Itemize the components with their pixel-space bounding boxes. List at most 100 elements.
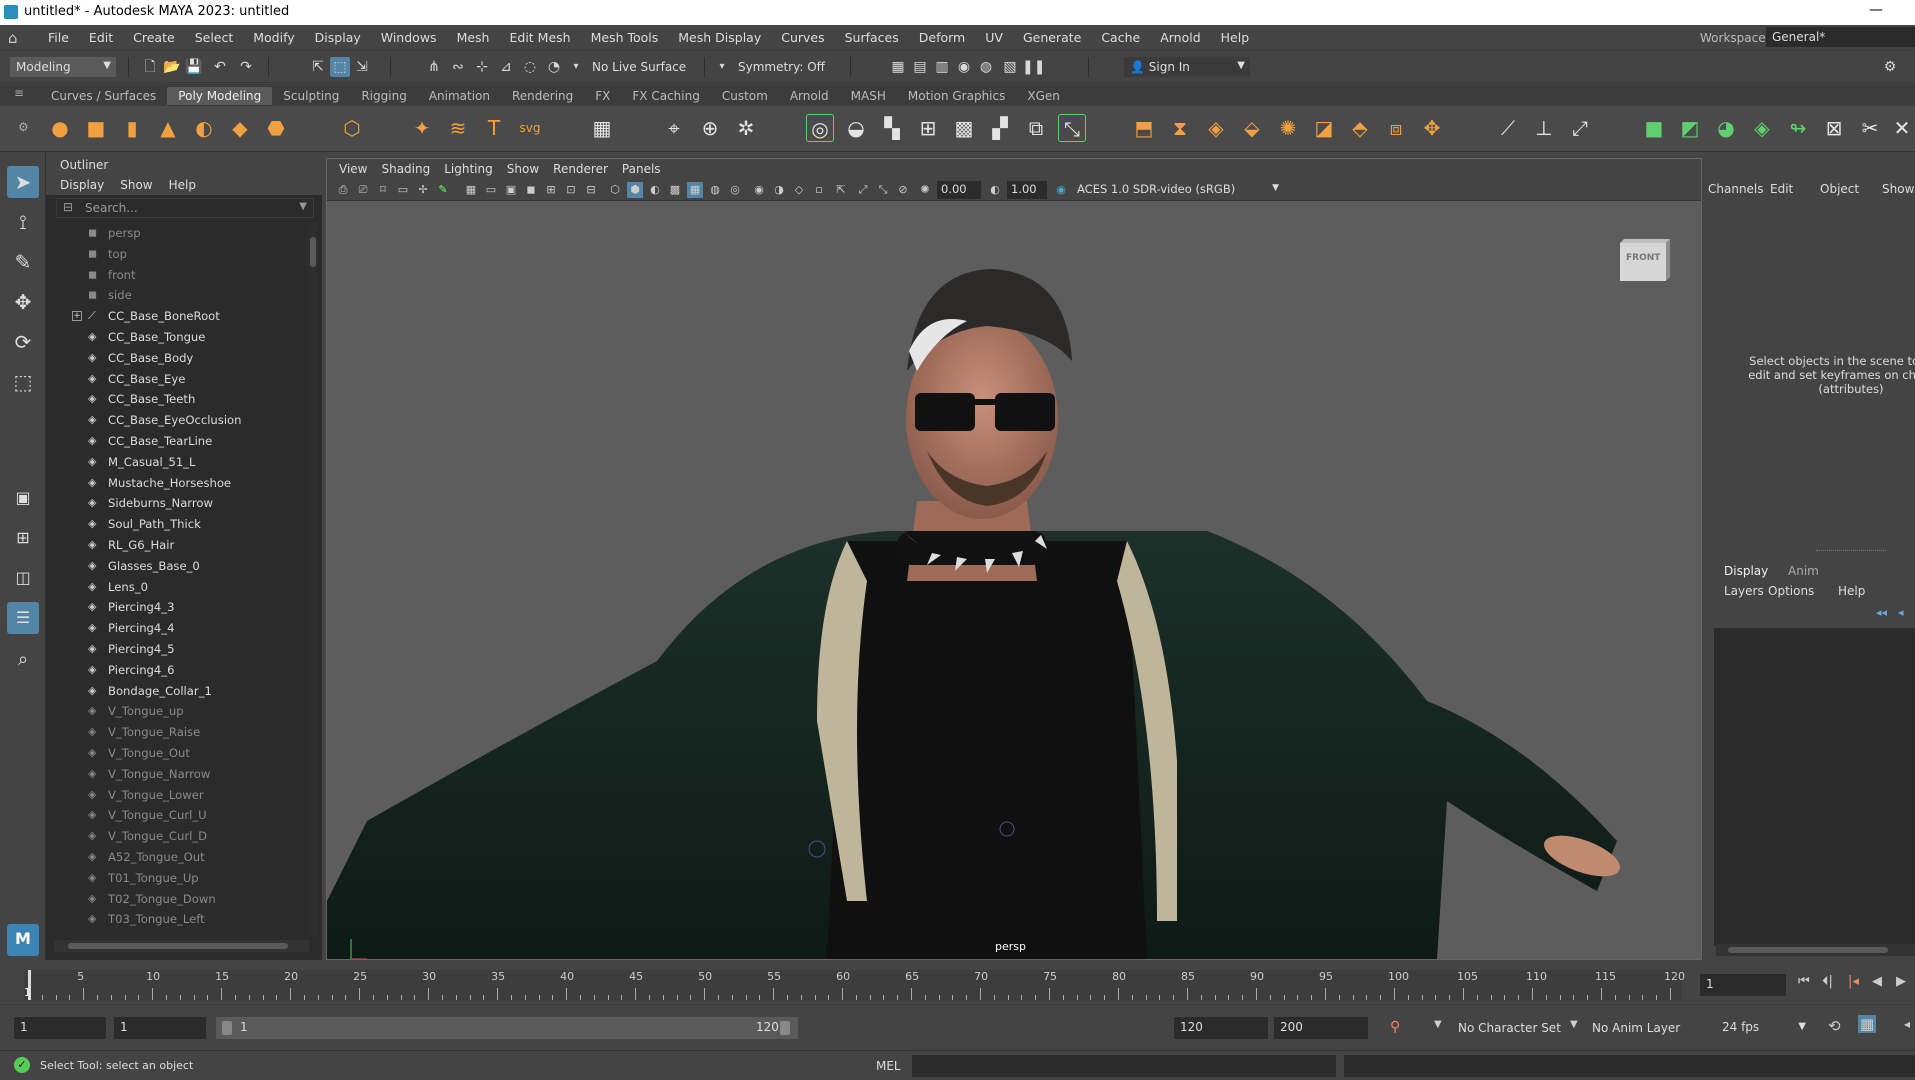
- outliner-item[interactable]: ◈ V_Tongue_Narrow: [46, 764, 308, 785]
- super-shape-icon[interactable]: ✦: [408, 114, 436, 142]
- layer-list[interactable]: [1714, 628, 1915, 946]
- slide-edge-icon[interactable]: ⊥: [1530, 114, 1558, 142]
- automatic-map-icon[interactable]: ↬: [1784, 114, 1812, 142]
- outliner-item[interactable]: ◼ side: [46, 285, 308, 306]
- hud-icon[interactable]: ⊘: [895, 182, 911, 198]
- outliner-menu-help[interactable]: Help: [169, 178, 196, 192]
- chevron-down-icon[interactable]: ▾: [712, 57, 732, 77]
- menu-generate[interactable]: Generate: [1013, 30, 1091, 45]
- step-back-key-icon[interactable]: ⏴|: [1822, 974, 1833, 989]
- target-weld-icon[interactable]: ⤢: [1566, 114, 1594, 142]
- snap-curve-icon[interactable]: ∾: [448, 57, 468, 77]
- range-start-handle[interactable]: [222, 1021, 232, 1035]
- search-icon[interactable]: ⌕: [7, 644, 39, 676]
- render-view-icon[interactable]: ▦: [888, 57, 908, 77]
- bevel-icon[interactable]: ⧗: [1166, 114, 1194, 142]
- chevron-down-icon[interactable]: ▼: [299, 201, 307, 212]
- go-to-start-icon[interactable]: ⏮: [1798, 974, 1810, 989]
- menu-deform[interactable]: Deform: [909, 30, 975, 45]
- anim-end-field[interactable]: 200: [1274, 1017, 1368, 1039]
- type-grid-icon[interactable]: ▦: [588, 114, 616, 142]
- outliner-item[interactable]: ◼ front: [46, 265, 308, 286]
- outliner-item[interactable]: ◼ persp: [46, 223, 308, 244]
- shelf-tab-rendering[interactable]: Rendering: [501, 87, 584, 105]
- outliner-item[interactable]: ◈ Glasses_Base_0: [46, 556, 308, 577]
- ipr-render-icon[interactable]: ▥: [932, 57, 952, 77]
- step-back-frame-icon[interactable]: |◂: [1848, 974, 1859, 989]
- two-view-layout-icon[interactable]: ◫: [7, 562, 39, 594]
- backface-icon[interactable]: ▫: [811, 182, 827, 198]
- play-backward-icon[interactable]: ◀: [1872, 974, 1882, 989]
- snap-grid-icon[interactable]: ⋔: [424, 57, 444, 77]
- viewport-menu-renderer[interactable]: Renderer: [553, 162, 608, 176]
- range-bar[interactable]: 1 120: [216, 1017, 798, 1039]
- character-set-dropdown[interactable]: No Character Set: [1458, 1021, 1561, 1035]
- arnold-render-icon[interactable]: ▧: [1000, 57, 1020, 77]
- outliner-search-input[interactable]: ⊟ Search... ▼: [56, 198, 314, 218]
- exposure-field[interactable]: 0.00: [937, 181, 981, 199]
- menu-curves[interactable]: Curves: [771, 30, 834, 45]
- sweep-mesh-icon[interactable]: ≋: [444, 114, 472, 142]
- panel-divider[interactable]: [1816, 550, 1886, 551]
- menu-select[interactable]: Select: [185, 30, 244, 45]
- layer-tab-anim[interactable]: Anim: [1788, 564, 1819, 578]
- outliner-item[interactable]: ◈ V_Tongue_Curl_U: [46, 805, 308, 826]
- planar-map-icon[interactable]: ◩: [1676, 114, 1704, 142]
- poly-torus-icon[interactable]: ◐: [190, 114, 218, 142]
- viewport-menu-view[interactable]: View: [339, 162, 367, 176]
- wireframe-icon[interactable]: ⬡: [607, 182, 623, 198]
- grid-toggle-icon[interactable]: ▦: [463, 182, 479, 198]
- shelf-tab-animation[interactable]: Animation: [418, 87, 501, 105]
- shelf-tab-fx[interactable]: FX: [584, 87, 621, 105]
- menu-help[interactable]: Help: [1211, 30, 1260, 45]
- field-chart-icon[interactable]: ⊞: [543, 182, 559, 198]
- live-surface-field[interactable]: No Live Surface: [586, 57, 696, 77]
- frame-selected-icon[interactable]: ⤡: [875, 182, 891, 198]
- menu-surfaces[interactable]: Surfaces: [835, 30, 909, 45]
- menu-uv[interactable]: UV: [975, 30, 1013, 45]
- chevron-down-icon[interactable]: ▼: [1570, 1019, 1578, 1030]
- separate-icon[interactable]: ▚: [878, 114, 906, 142]
- sign-in-dropdown[interactable]: 👤 Sign In ▼: [1124, 57, 1250, 77]
- playback-end-field[interactable]: 120: [1174, 1017, 1268, 1039]
- menu-cache[interactable]: Cache: [1091, 30, 1150, 45]
- menu-file[interactable]: File: [38, 30, 79, 45]
- expand-icon[interactable]: +: [72, 311, 82, 322]
- fill-hole-icon[interactable]: ⧈: [1382, 114, 1410, 142]
- append-polygon-icon[interactable]: ⬙: [1238, 114, 1266, 142]
- outliner-vertical-scrollbar[interactable]: [308, 223, 318, 936]
- chevron-left-icon[interactable]: ◂: [1904, 1017, 1910, 1031]
- svg-icon[interactable]: svg: [516, 114, 544, 142]
- loop-icon[interactable]: ⟲: [1828, 1017, 1841, 1035]
- shelf-tab-custom[interactable]: Custom: [711, 87, 779, 105]
- lasso-tool-icon[interactable]: ⟟: [7, 206, 39, 238]
- chevron-down-icon[interactable]: ▾: [566, 57, 586, 77]
- scale-tool-icon[interactable]: ⬚: [7, 366, 39, 398]
- gamma-icon[interactable]: ◐: [987, 182, 1003, 198]
- menu-display[interactable]: Display: [305, 30, 371, 45]
- minimize-button[interactable]: —: [1869, 2, 1883, 18]
- combine-icon[interactable]: ◒: [842, 114, 870, 142]
- viewport-menu-show[interactable]: Show: [507, 162, 539, 176]
- outliner-item[interactable]: ◈ V_Tongue_up: [46, 701, 308, 722]
- channel-menu-object[interactable]: Object: [1820, 182, 1859, 196]
- xray-components-icon[interactable]: ◇: [791, 182, 807, 198]
- two-d-pan-icon[interactable]: ✢: [415, 182, 431, 198]
- layer-menu-help[interactable]: Help: [1838, 584, 1865, 598]
- make-hole-icon[interactable]: ⬘: [1346, 114, 1374, 142]
- outliner-item[interactable]: ◈ CC_Base_TearLine: [46, 431, 308, 452]
- workspace-dropdown[interactable]: General*: [1766, 27, 1915, 47]
- menu-arnold[interactable]: Arnold: [1150, 30, 1210, 45]
- shelf-tab-arnold[interactable]: Arnold: [779, 87, 840, 105]
- snap-together-icon[interactable]: ⊕: [696, 114, 724, 142]
- outliner-item[interactable]: ◈ Piercing4_6: [46, 660, 308, 681]
- xray-icon[interactable]: ◉: [751, 182, 767, 198]
- layer-tab-display[interactable]: Display: [1724, 564, 1768, 578]
- view-cube[interactable]: FRONT: [1614, 233, 1674, 285]
- shelf-tab-mash[interactable]: MASH: [840, 87, 897, 105]
- safe-action-icon[interactable]: ⊡: [563, 182, 579, 198]
- poly-cylinder-icon[interactable]: ▮: [118, 114, 146, 142]
- menu-edit[interactable]: Edit: [79, 30, 123, 45]
- hypershade-icon[interactable]: ◍: [976, 57, 996, 77]
- outliner-item[interactable]: ◈ CC_Base_EyeOcclusion: [46, 410, 308, 431]
